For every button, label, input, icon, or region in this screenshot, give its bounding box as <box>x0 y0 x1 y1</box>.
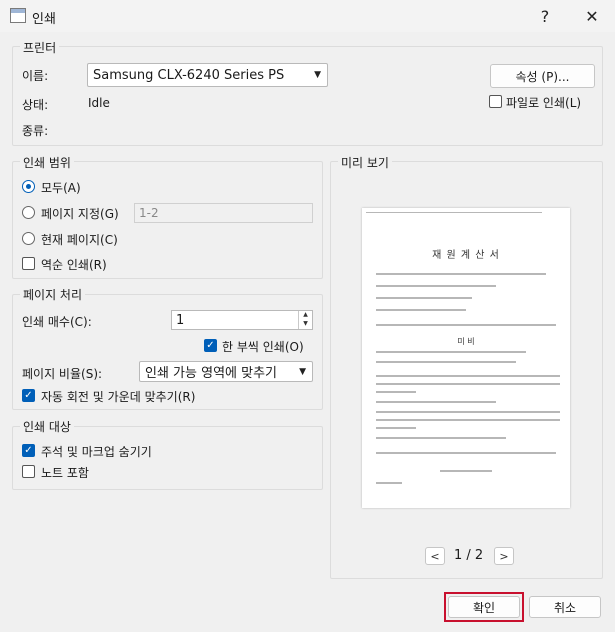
cancel-button[interactable]: 취소 <box>529 596 601 618</box>
properties-button[interactable]: 속성 (P)... <box>490 64 595 88</box>
close-button[interactable]: ✕ <box>569 0 615 32</box>
printer-dialog-icon <box>10 8 26 23</box>
printer-name-label: 이름: <box>22 69 49 83</box>
page-range-input[interactable]: 1-2 <box>134 203 313 223</box>
chevron-down-icon: ▼ <box>314 70 321 80</box>
range-all-label: 모두(A) <box>41 181 81 195</box>
cancel-button-label: 취소 <box>553 600 577 615</box>
spin-up-icon[interactable]: ▲ <box>299 311 312 320</box>
copies-value: 1 <box>176 312 185 328</box>
range-all-radio[interactable] <box>22 180 35 193</box>
range-pages-label: 페이지 지정(G) <box>41 207 119 221</box>
page-indicator: 1 / 2 <box>454 548 484 563</box>
ok-button-label: 확인 <box>472 600 496 615</box>
hide-annotations-checkbox[interactable]: ✓ <box>22 444 35 457</box>
preview-title: 미리 보기 <box>338 154 392 171</box>
print-target-title: 인쇄 대상 <box>20 418 74 435</box>
chevron-down-icon: ▼ <box>299 366 306 377</box>
range-current-label: 현재 페이지(C) <box>41 233 118 247</box>
help-button[interactable]: ? <box>522 0 568 32</box>
copies-spin-buttons[interactable]: ▲ ▼ <box>298 311 312 329</box>
hide-annotations-label: 주석 및 마크업 숨기기 <box>41 445 152 459</box>
scale-label: 페이지 비율(S): <box>22 367 103 381</box>
printer-group-title: 프린터 <box>20 39 60 56</box>
ok-button[interactable]: 확인 <box>448 596 520 618</box>
printer-name-value: Samsung CLX-6240 Series PS <box>93 67 285 83</box>
reverse-print-label: 역순 인쇄(R) <box>41 258 107 272</box>
reverse-print-checkbox[interactable] <box>22 257 35 270</box>
print-to-file-checkbox[interactable] <box>489 95 502 108</box>
collate-label: 한 부씩 인쇄(O) <box>222 340 304 354</box>
preview-doc-title: 재 원 계 산 서 <box>432 250 500 261</box>
printer-status-value: Idle <box>88 96 110 110</box>
preview-page: 재 원 계 산 서 미 비 <box>362 208 570 508</box>
page-scale-value: 인쇄 가능 영역에 맞추기 <box>145 366 277 381</box>
page-range-value: 1-2 <box>139 206 159 220</box>
printer-name-select[interactable]: Samsung CLX-6240 Series PS ▼ <box>87 63 328 87</box>
range-current-radio[interactable] <box>22 232 35 245</box>
include-notes-checkbox[interactable] <box>22 465 35 478</box>
prev-page-button[interactable]: < <box>425 547 445 565</box>
copies-label: 인쇄 매수(C): <box>22 315 92 329</box>
printer-type-label: 종류: <box>22 124 49 138</box>
print-to-file-label: 파일로 인쇄(L) <box>506 96 582 110</box>
page-scale-select[interactable]: 인쇄 가능 영역에 맞추기 ▼ <box>139 361 313 382</box>
collate-checkbox[interactable]: ✓ <box>204 339 217 352</box>
preview-section-title: 미 비 <box>457 337 475 346</box>
copies-stepper[interactable]: 1 ▲ ▼ <box>171 310 313 330</box>
page-handling-title: 페이지 처리 <box>20 286 86 303</box>
auto-rotate-checkbox[interactable]: ✓ <box>22 389 35 402</box>
include-notes-label: 노트 포함 <box>41 466 89 480</box>
next-page-button[interactable]: > <box>494 547 514 565</box>
range-pages-radio[interactable] <box>22 206 35 219</box>
printer-status-label: 상태: <box>22 98 49 112</box>
spin-down-icon[interactable]: ▼ <box>299 320 312 329</box>
print-range-title: 인쇄 범위 <box>20 154 74 171</box>
window-title: 인쇄 <box>32 12 56 27</box>
auto-rotate-label: 자동 회전 및 가운데 맞추기(R) <box>41 390 196 404</box>
properties-button-label: 속성 (P)... <box>515 69 570 84</box>
